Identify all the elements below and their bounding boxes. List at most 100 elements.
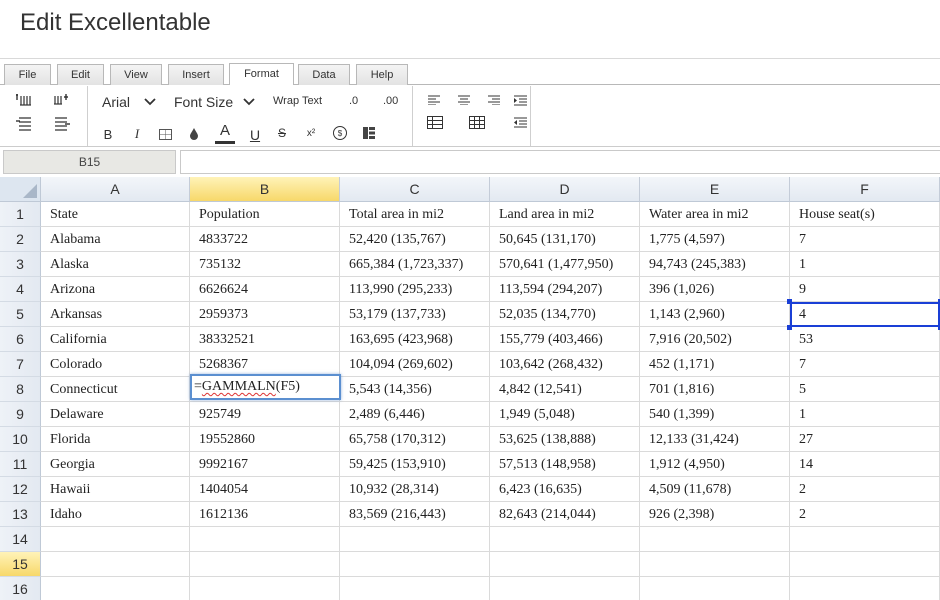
column-header-b[interactable]: B (190, 177, 340, 202)
cell-editor-input[interactable]: =GAMMALN(F5) (190, 374, 341, 400)
tab-data[interactable]: Data (298, 64, 350, 86)
merge-cells-icon[interactable] (362, 126, 376, 140)
row-header-6[interactable]: 6 (0, 327, 41, 352)
row-header-4[interactable]: 4 (0, 277, 41, 302)
cell-c4[interactable]: 113,990 (295,233) (340, 277, 490, 302)
cell-f13[interactable]: 2 (790, 502, 940, 527)
row-header-11[interactable]: 11 (0, 452, 41, 477)
cell-d10[interactable]: 53,625 (138,888) (490, 427, 640, 452)
tab-help[interactable]: Help (356, 64, 408, 86)
cell-b4[interactable]: 6626624 (190, 277, 340, 302)
tab-edit[interactable]: Edit (57, 64, 104, 86)
cell-b10[interactable]: 19552860 (190, 427, 340, 452)
cell-d4[interactable]: 113,594 (294,207) (490, 277, 640, 302)
align-left-icon[interactable] (427, 94, 441, 106)
insert-row-above-icon[interactable] (14, 92, 34, 108)
cell-c8[interactable]: 5,543 (14,356) (340, 377, 490, 402)
cell-f3[interactable]: 1 (790, 252, 940, 277)
cell-c3[interactable]: 665,384 (1,723,337) (340, 252, 490, 277)
cell-e3[interactable]: 94,743 (245,383) (640, 252, 790, 277)
cell-c1[interactable]: Total area in mi2 (340, 202, 490, 227)
cell-e6[interactable]: 7,916 (20,502) (640, 327, 790, 352)
cell-d15[interactable] (490, 552, 640, 577)
fill-color-icon[interactable] (186, 126, 202, 142)
cell-d11[interactable]: 57,513 (148,958) (490, 452, 640, 477)
cell-b14[interactable] (190, 527, 340, 552)
cell-d3[interactable]: 570,641 (1,477,950) (490, 252, 640, 277)
italic-button[interactable]: I (130, 126, 144, 142)
cell-d14[interactable] (490, 527, 640, 552)
cell-c6[interactable]: 163,695 (423,968) (340, 327, 490, 352)
tab-view[interactable]: View (110, 64, 162, 86)
cell-d5[interactable]: 52,035 (134,770) (490, 302, 640, 327)
insert-column-icon[interactable] (52, 92, 72, 108)
cell-b13[interactable]: 1612136 (190, 502, 340, 527)
cell-a7[interactable]: Colorado (41, 352, 190, 377)
cell-f9[interactable]: 1 (790, 402, 940, 427)
cell-e2[interactable]: 1,775 (4,597) (640, 227, 790, 252)
row-header-3[interactable]: 3 (0, 252, 41, 277)
row-header-5[interactable]: 5 (0, 302, 41, 327)
row-header-1[interactable]: 1 (0, 202, 41, 227)
cell-c5[interactable]: 53,179 (137,733) (340, 302, 490, 327)
cell-f15[interactable] (790, 552, 940, 577)
cell-c15[interactable] (340, 552, 490, 577)
cell-f11[interactable]: 14 (790, 452, 940, 477)
cell-b9[interactable]: 925749 (190, 402, 340, 427)
cell-a5[interactable]: Arkansas (41, 302, 190, 327)
cell-e13[interactable]: 926 (2,398) (640, 502, 790, 527)
cell-a15[interactable] (41, 552, 190, 577)
cell-c12[interactable]: 10,932 (28,314) (340, 477, 490, 502)
cell-e1[interactable]: Water area in mi2 (640, 202, 790, 227)
cell-e8[interactable]: 701 (1,816) (640, 377, 790, 402)
row-header-13[interactable]: 13 (0, 502, 41, 527)
cell-e9[interactable]: 540 (1,399) (640, 402, 790, 427)
decrease-decimal-button[interactable]: .0 (349, 95, 358, 107)
cell-c14[interactable] (340, 527, 490, 552)
cell-a16[interactable] (41, 577, 190, 600)
cell-e4[interactable]: 396 (1,026) (640, 277, 790, 302)
align-right-icon[interactable] (487, 94, 501, 106)
row-header-12[interactable]: 12 (0, 477, 41, 502)
cell-a10[interactable]: Florida (41, 427, 190, 452)
cell-a2[interactable]: Alabama (41, 227, 190, 252)
column-header-d[interactable]: D (490, 177, 640, 202)
delete-row-icon[interactable] (14, 116, 34, 132)
cell-b5[interactable]: 2959373 (190, 302, 340, 327)
grid-table-icon[interactable] (468, 115, 485, 130)
row-header-9[interactable]: 9 (0, 402, 41, 427)
cell-b1[interactable]: Population (190, 202, 340, 227)
cell-f12[interactable]: 2 (790, 477, 940, 502)
underline-button[interactable]: U (247, 126, 263, 144)
font-size-select[interactable]: Font Size (174, 94, 255, 110)
row-header-2[interactable]: 2 (0, 227, 41, 252)
indent-icon[interactable] (513, 94, 527, 106)
cell-e12[interactable]: 4,509 (11,678) (640, 477, 790, 502)
strikethrough-button[interactable]: S (275, 125, 289, 141)
tab-file[interactable]: File (4, 64, 51, 86)
cell-c10[interactable]: 65,758 (170,312) (340, 427, 490, 452)
cell-a13[interactable]: Idaho (41, 502, 190, 527)
cell-f4[interactable]: 9 (790, 277, 940, 302)
cell-d2[interactable]: 50,645 (131,170) (490, 227, 640, 252)
cell-e5[interactable]: 1,143 (2,960) (640, 302, 790, 327)
cell-a8[interactable]: Connecticut (41, 377, 190, 402)
select-all-corner[interactable] (0, 177, 41, 202)
cell-b6[interactable]: 38332521 (190, 327, 340, 352)
cell-a14[interactable] (41, 527, 190, 552)
cell-d16[interactable] (490, 577, 640, 600)
row-header-15[interactable]: 15 (0, 552, 41, 577)
tab-format[interactable]: Format (229, 63, 294, 86)
cell-c7[interactable]: 104,094 (269,602) (340, 352, 490, 377)
increase-decimal-button[interactable]: .00 (383, 95, 398, 107)
cell-f8[interactable]: 5 (790, 377, 940, 402)
cell-d12[interactable]: 6,423 (16,635) (490, 477, 640, 502)
cell-d1[interactable]: Land area in mi2 (490, 202, 640, 227)
formula-input[interactable] (180, 150, 940, 174)
row-header-16[interactable]: 16 (0, 577, 41, 600)
cell-f2[interactable]: 7 (790, 227, 940, 252)
cell-c9[interactable]: 2,489 (6,446) (340, 402, 490, 427)
delete-column-icon[interactable] (52, 116, 72, 132)
cell-b3[interactable]: 735132 (190, 252, 340, 277)
superscript-button[interactable]: x² (303, 125, 319, 141)
